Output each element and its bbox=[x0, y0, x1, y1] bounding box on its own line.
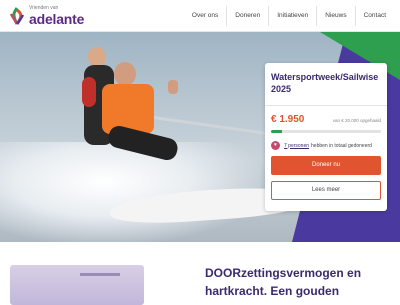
decorative-bar bbox=[80, 273, 120, 276]
story-headline: DOORzettingsvermogen en hartkracht. Een … bbox=[205, 266, 362, 298]
nav-item-nieuws[interactable]: Nieuws bbox=[316, 6, 354, 26]
campaign-title: Watersportweek/Sailwise 2025 bbox=[271, 72, 379, 94]
main-nav: Over ons Doneren Initiatieven Nieuws Con… bbox=[184, 6, 394, 26]
donate-button[interactable]: Doneer nu bbox=[271, 156, 381, 175]
story-image[interactable] bbox=[10, 265, 144, 305]
read-more-button[interactable]: Lees meer bbox=[271, 181, 381, 200]
progress-fill bbox=[271, 130, 282, 133]
heart-icon: ♥ bbox=[271, 141, 280, 150]
donor-summary: ♥ 7 personen hebben in totaal gedoneerd bbox=[271, 141, 381, 150]
logo-icon bbox=[8, 6, 26, 26]
nav-item-doneren[interactable]: Doneren bbox=[226, 6, 268, 26]
campaign-card: Watersportweek/Sailwise 2025 € 1.950 van… bbox=[265, 63, 387, 211]
nav-item-over-ons[interactable]: Over ons bbox=[184, 6, 226, 26]
donors-link[interactable]: 7 personen bbox=[284, 143, 309, 149]
logo-name: adelante bbox=[29, 11, 85, 27]
person-participant bbox=[100, 62, 190, 192]
logo[interactable]: Vrienden van adelante bbox=[8, 5, 84, 27]
goal-text: van € 20.000 opgehaald bbox=[332, 118, 381, 123]
nav-item-initiatieven[interactable]: Initiatieven bbox=[268, 6, 316, 26]
site-header: Vrienden van adelante Over ons Doneren I… bbox=[0, 0, 400, 32]
divider bbox=[265, 105, 387, 106]
raised-amount: € 1.950 bbox=[271, 114, 305, 125]
progress-bar bbox=[271, 130, 381, 133]
nav-item-contact[interactable]: Contact bbox=[354, 6, 394, 26]
donors-text: hebben in totaal gedoneerd bbox=[311, 142, 372, 149]
